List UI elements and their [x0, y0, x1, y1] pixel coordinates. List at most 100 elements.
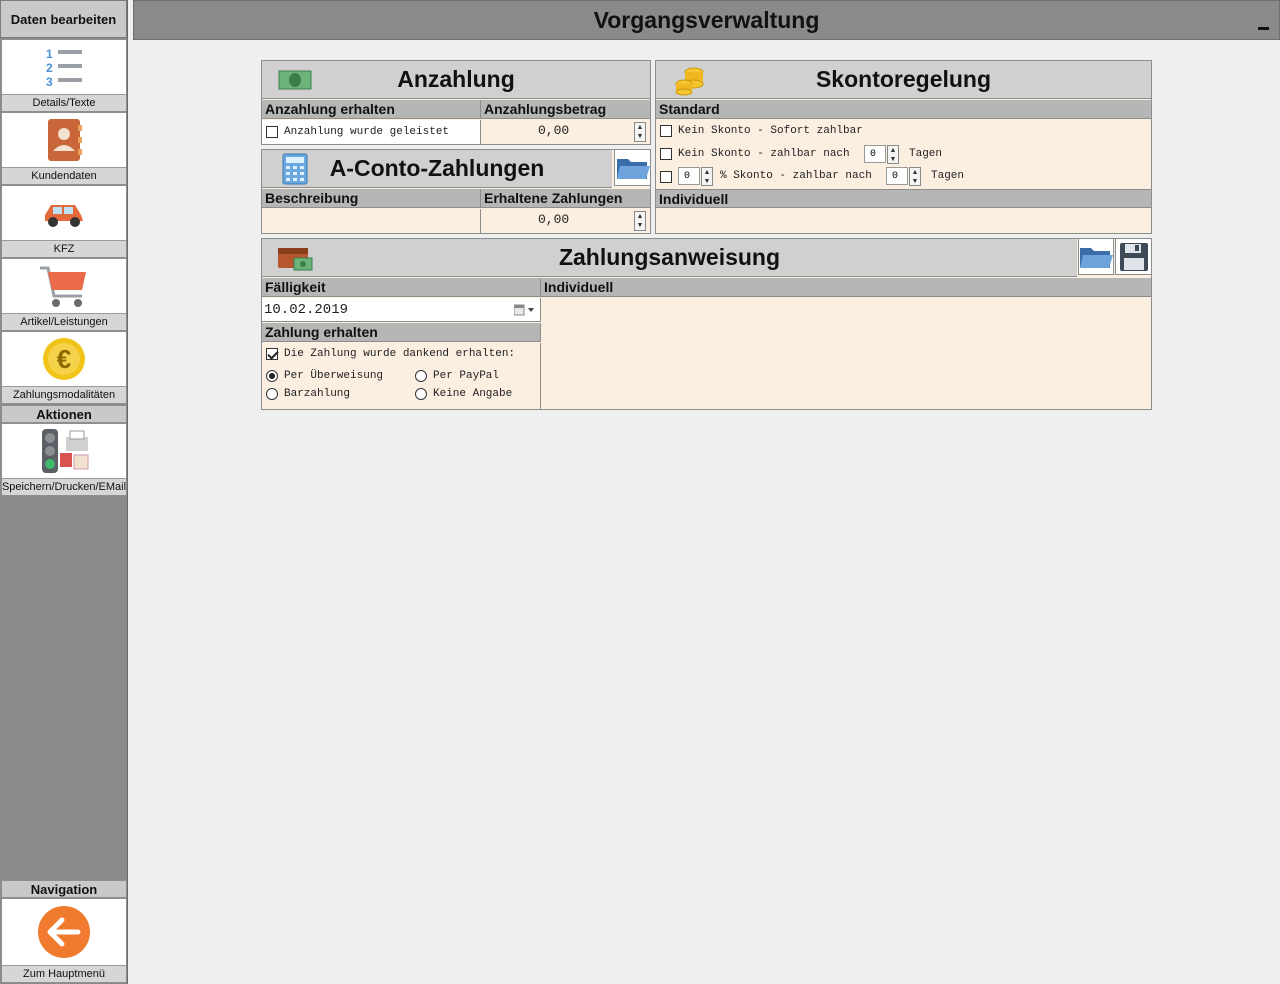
skonto-option-sofort[interactable]: Kein Skonto - Sofort zahlbar — [660, 123, 863, 139]
zahlung-erhalten-label: Zahlung erhalten — [262, 323, 541, 342]
skonto-tage-label: Kein Skonto - zahlbar nach — [678, 148, 850, 160]
aconto-col-beschreibung: Beschreibung — [262, 189, 481, 208]
sidebar-section-navigation: Navigation — [1, 880, 127, 898]
svg-text:1: 1 — [46, 47, 53, 61]
sidebar-item-label: Artikel/Leistungen — [2, 313, 126, 330]
sidebar-item-zahlungsmodalitaeten[interactable]: € Zahlungsmodalitäten — [1, 331, 127, 404]
zahlung-erhalten-area: Die Zahlung wurde dankend erhalten: Per … — [262, 343, 541, 409]
zahlungsanweisung-individuell-label: Individuell — [541, 278, 1151, 297]
aconto-amount-spinner[interactable]: ▲ ▼ — [634, 211, 646, 231]
radio-paypal-button[interactable] — [415, 370, 427, 382]
skonto-sofort-checkbox[interactable] — [660, 125, 672, 137]
skonto-tage-checkbox[interactable] — [660, 148, 672, 160]
faelligkeit-date-picker[interactable]: 10.02.2019 — [262, 298, 541, 322]
aconto-amount-field[interactable]: 0,00 ▲ ▼ — [482, 209, 650, 233]
anzahlung-checkbox-label: Anzahlung wurde geleistet — [284, 126, 450, 138]
skonto-standard-label: Standard — [656, 100, 1151, 119]
skonto-title: Skontoregelung — [815, 66, 992, 92]
page-title: Vorgangsverwaltung — [593, 6, 820, 33]
zahlungsanweisung-save-button[interactable] — [1115, 239, 1151, 275]
anzahlung-amount-spinner[interactable]: ▲ ▼ — [634, 122, 646, 142]
shopping-cart-icon — [40, 266, 86, 307]
contact-book-icon — [48, 119, 82, 161]
sidebar-section-aktionen: Aktionen — [1, 405, 127, 423]
received-option[interactable]: Die Zahlung wurde dankend erhalten: — [266, 348, 515, 360]
aconto-amount: 0,00 — [538, 212, 570, 227]
skonto-panel: Skontoregelung Standard Kein Skonto - So… — [655, 60, 1152, 234]
sidebar: Daten bearbeiten 1 2 3 Details/Texte Kun… — [0, 0, 128, 984]
skonto-prozent-checkbox[interactable] — [660, 171, 672, 183]
svg-text:3: 3 — [46, 75, 53, 89]
radio-barzahlung-button[interactable] — [266, 388, 278, 400]
car-icon — [45, 205, 83, 227]
anzahlung-col-erhalten: Anzahlung erhalten — [262, 100, 481, 119]
anzahlung-checkbox-row[interactable]: Anzahlung wurde geleistet — [262, 120, 481, 144]
radio-ueberweisung-label: Per Überweisung — [284, 370, 384, 382]
skonto-tage-days-field[interactable]: 0 — [864, 145, 886, 163]
faelligkeit-label: Fälligkeit — [262, 278, 541, 297]
folder-icon — [616, 158, 650, 179]
skonto-prozent-days-spinner[interactable]: ▲ ▼ — [909, 167, 921, 186]
sidebar-item-kundendaten[interactable]: Kundendaten — [1, 112, 127, 185]
radio-keine-angabe[interactable]: Keine Angabe — [415, 388, 512, 400]
received-label: Die Zahlung wurde dankend erhalten: — [284, 348, 516, 360]
sidebar-item-kfz[interactable]: KFZ — [1, 185, 127, 258]
radio-barzahlung-label: Barzahlung — [284, 388, 351, 400]
minimize-icon[interactable] — [1258, 27, 1269, 30]
radio-keine-angabe-label: Keine Angabe — [433, 388, 513, 400]
skonto-header: Skontoregelung — [656, 61, 1151, 99]
sidebar-item-details-texte[interactable]: 1 2 3 Details/Texte — [1, 39, 127, 112]
skonto-prozent-label: % Skonto - zahlbar nach — [720, 170, 872, 182]
skonto-sofort-label: Kein Skonto - Sofort zahlbar — [678, 125, 863, 137]
sidebar-item-speichern-drucken-email[interactable]: Speichern/Drucken/EMail — [1, 423, 127, 496]
radio-ueberweisung[interactable]: Per Überweisung — [266, 370, 383, 382]
sidebar-item-label: KFZ — [2, 240, 126, 257]
sidebar-item-label: Zum Hauptmenü — [2, 965, 126, 982]
skonto-tage-days-spinner[interactable]: ▲ ▼ — [887, 145, 899, 164]
radio-paypal-label: Per PayPal — [433, 370, 500, 382]
numbered-list-icon: 1 2 3 — [46, 47, 82, 89]
faelligkeit-date: 10.02.2019 — [264, 302, 349, 318]
sidebar-item-label: Details/Texte — [2, 94, 126, 111]
sidebar-item-zum-hauptmenue[interactable]: Zum Hauptmenü — [1, 898, 127, 983]
anzahlung-checkbox[interactable] — [266, 126, 278, 138]
floppy-disk-icon — [1119, 242, 1148, 271]
aconto-open-button[interactable] — [614, 150, 650, 186]
skonto-tage-suffix: Tagen — [909, 148, 943, 160]
aconto-col-erhaltene: Erhaltene Zahlungen — [481, 189, 650, 208]
sidebar-item-artikel-leistungen[interactable]: Artikel/Leistungen — [1, 258, 127, 331]
traffic-light-printer-icon — [42, 429, 89, 473]
skonto-individuell-area[interactable] — [656, 209, 1151, 233]
radio-keine-angabe-button[interactable] — [415, 388, 427, 400]
sidebar-item-label: Zahlungsmodalitäten — [2, 386, 126, 403]
calendar-dropdown-icon[interactable] — [514, 304, 536, 316]
radio-paypal[interactable]: Per PayPal — [415, 370, 499, 382]
svg-text:2: 2 — [46, 61, 53, 75]
aconto-header: A-Conto-Zahlungen — [262, 150, 612, 188]
skonto-option-tage[interactable]: Kein Skonto - zahlbar nach 0 ▲ ▼ Tagen — [660, 145, 1140, 165]
svg-text:€: € — [57, 344, 71, 374]
zahlungsanweisung-open-button[interactable] — [1078, 239, 1114, 275]
anzahlung-amount: 0,00 — [538, 123, 570, 138]
euro-coin-icon: € — [43, 338, 85, 380]
received-checkbox[interactable] — [266, 348, 278, 360]
title-bar: Vorgangsverwaltung — [133, 0, 1280, 40]
skonto-individuell-label: Individuell — [656, 189, 1151, 208]
anzahlung-header: Anzahlung — [262, 61, 650, 99]
skonto-prozent-spinner[interactable]: ▲ ▼ — [701, 167, 713, 186]
skonto-prozent-days-field[interactable]: 0 — [886, 167, 908, 185]
sidebar-item-label: Kundendaten — [2, 167, 126, 184]
zahlungsanweisung-header: Zahlungsanweisung — [262, 239, 1077, 277]
skonto-prozent-field[interactable]: 0 — [678, 167, 700, 185]
anzahlung-amount-field[interactable]: 0,00 ▲ ▼ — [482, 120, 650, 144]
skonto-option-prozent[interactable]: 0 ▲ ▼ % Skonto - zahlbar nach 0 ▲ ▼ Tagen — [660, 167, 1140, 187]
zahlungsanweisung-title: Zahlungsanweisung — [558, 244, 781, 270]
radio-barzahlung[interactable]: Barzahlung — [266, 388, 350, 400]
sidebar-item-label: Speichern/Drucken/EMail — [2, 478, 126, 495]
folder-icon — [1080, 247, 1113, 268]
aconto-description-cell[interactable] — [262, 209, 481, 233]
zahlungsanweisung-individuell-area[interactable] — [542, 298, 1151, 409]
anzahlung-panel: Anzahlung Anzahlung erhalten Anzahlungsb… — [261, 60, 651, 145]
sidebar-header: Daten bearbeiten — [0, 0, 127, 38]
radio-ueberweisung-button[interactable] — [266, 370, 278, 382]
